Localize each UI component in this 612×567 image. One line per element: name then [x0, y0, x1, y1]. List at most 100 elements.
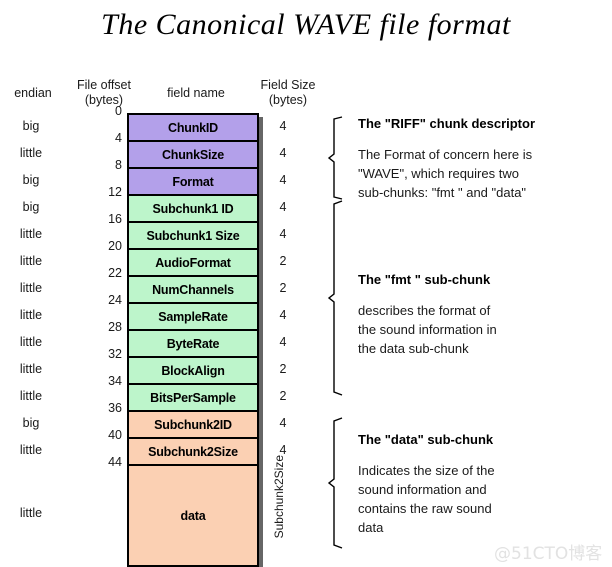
field-size-label-subchunk2id: 4 — [279, 415, 287, 430]
endian-label-chunkid: big — [22, 118, 40, 133]
annotation-riff-title: The "RIFF" chunk descriptor — [358, 116, 536, 131]
field-size-label-bitspersample: 2 — [279, 388, 287, 403]
annotation-fmt-line-2: the sound information in — [358, 322, 497, 337]
field-name-label: BlockAlign — [161, 363, 225, 378]
field-name-label: BitsPerSample — [150, 390, 236, 405]
endian-label-subchunk1-size: little — [19, 226, 43, 241]
page-title: The Canonical WAVE file format — [101, 8, 511, 41]
brace-riff-icon — [327, 116, 343, 200]
file-offset-label-4: 4 — [115, 131, 122, 145]
field-size-label-numchannels: 2 — [279, 280, 287, 295]
field-row-chunksize: ChunkSize — [129, 142, 257, 169]
field-name-label: ByteRate — [166, 336, 220, 351]
file-offset-label-20: 20 — [108, 239, 122, 253]
field-row-audioformat: AudioFormat — [129, 250, 257, 277]
field-row-chunkid: ChunkID — [129, 115, 257, 142]
annotation-riff-chunk-descriptor: The "RIFF" chunk descriptor The Format o… — [358, 116, 604, 202]
field-size-label-chunkid: 4 — [279, 118, 287, 133]
column-header-endian-label: endian — [14, 86, 52, 100]
column-header-field-size-line2: (bytes) — [268, 93, 308, 107]
file-offset-label-44: 44 — [108, 455, 122, 469]
field-row-byterate: ByteRate — [129, 331, 257, 358]
annotation-fmt-line-1: describes the format of — [358, 303, 491, 318]
field-row-data: data — [129, 466, 257, 565]
annotation-data-line-4: data — [358, 520, 384, 535]
field-row-subchunk1-id: Subchunk1 ID — [129, 196, 257, 223]
file-offset-label-8: 8 — [115, 158, 122, 172]
endian-label-blockalign: little — [19, 361, 43, 376]
column-header-field-size-line1: Field Size — [260, 78, 316, 92]
endian-label-subchunk1-id: big — [22, 199, 40, 214]
field-size-label-format: 4 — [279, 172, 287, 187]
field-row-subchunk2id: Subchunk2ID — [129, 412, 257, 439]
annotation-data-title: The "data" sub-chunk — [358, 432, 494, 447]
file-offset-label-40: 40 — [108, 428, 122, 442]
annotation-data-line-1: Indicates the size of the — [358, 463, 495, 478]
field-row-numchannels: NumChannels — [129, 277, 257, 304]
field-row-subchunk2size: Subchunk2Size — [129, 439, 257, 466]
endian-label-audioformat: little — [19, 253, 43, 268]
annotation-data-line-3: contains the raw sound — [358, 501, 492, 516]
brace-fmt-icon — [327, 200, 343, 396]
field-name-label: SampleRate — [158, 309, 228, 324]
field-name-label: ChunkID — [168, 120, 218, 135]
annotation-data-sub-chunk: The "data" sub-chunk Indicates the size … — [358, 432, 604, 537]
endian-label-bitspersample: little — [19, 388, 43, 403]
field-row-format: Format — [129, 169, 257, 196]
field-name-label: data — [180, 508, 206, 523]
field-row-subchunk1-size: Subchunk1 Size — [129, 223, 257, 250]
endian-label-subchunk2id: big — [22, 415, 40, 430]
file-offset-label-0: 0 — [115, 104, 122, 118]
column-header-field-name-label: field name — [167, 86, 225, 100]
field-name-label: ChunkSize — [161, 147, 225, 162]
field-size-label-blockalign: 2 — [279, 361, 287, 376]
wave-field-layout-table: ChunkID ChunkSize Format Subchunk1 ID Subchu… — [127, 113, 259, 567]
field-row-blockalign: BlockAlign — [129, 358, 257, 385]
annotation-data-line-2: sound information and — [358, 482, 487, 497]
field-name-label: NumChannels — [152, 282, 234, 297]
column-header-file-offset-line1: File offset — [77, 78, 131, 92]
field-size-label-subchunk1-id: 4 — [279, 199, 287, 214]
endian-label-byterate: little — [19, 334, 43, 349]
endian-label-samplerate: little — [19, 307, 43, 322]
file-offset-label-36: 36 — [108, 401, 122, 415]
endian-label-format: big — [22, 172, 40, 187]
annotation-riff-line-3: sub-chunks: "fmt " and "data" — [358, 185, 527, 200]
file-offset-label-28: 28 — [108, 320, 122, 334]
annotation-fmt-line-3: the data sub-chunk — [358, 341, 469, 356]
annotation-riff-line-2: "WAVE", which requires two — [358, 166, 519, 181]
subchunk2size-span-label: Subchunk2Size — [272, 455, 286, 539]
endian-label-numchannels: little — [19, 280, 43, 295]
endian-label-data: little — [19, 505, 43, 520]
file-offset-label-32: 32 — [108, 347, 122, 361]
field-size-label-subchunk1-size: 4 — [279, 226, 287, 241]
file-offset-label-34: 34 — [108, 374, 122, 388]
annotation-fmt-title: The "fmt " sub-chunk — [358, 272, 491, 287]
endian-label-chunksize: little — [19, 145, 43, 160]
field-size-label-byterate: 4 — [279, 334, 287, 349]
brace-data-icon — [327, 417, 343, 549]
file-offset-label-24: 24 — [108, 293, 122, 307]
column-header-field-name: field name — [148, 86, 244, 101]
field-name-label: Subchunk2Size — [148, 444, 238, 459]
field-size-label-chunksize: 4 — [279, 145, 287, 160]
file-offset-label-12: 12 — [108, 185, 122, 199]
annotation-fmt-sub-chunk: The "fmt " sub-chunk describes the forma… — [358, 272, 604, 358]
field-name-label: Format — [172, 174, 214, 189]
column-header-field-size: Field Size (bytes) — [246, 78, 330, 108]
field-size-label-audioformat: 2 — [279, 253, 287, 268]
annotation-riff-body: The Format of concern here is "WAVE", wh… — [358, 145, 604, 202]
field-row-samplerate: SampleRate — [129, 304, 257, 331]
field-name-label: Subchunk1 Size — [146, 228, 240, 243]
field-name-label: Subchunk1 ID — [152, 201, 234, 216]
field-row-bitspersample: BitsPerSample — [129, 385, 257, 412]
endian-label-subchunk2size: little — [19, 442, 43, 457]
column-header-endian: endian — [2, 86, 64, 101]
field-size-label-samplerate: 4 — [279, 307, 287, 322]
field-name-label: AudioFormat — [155, 255, 231, 270]
annotation-data-body: Indicates the size of the sound informat… — [358, 461, 604, 537]
file-offset-label-22: 22 — [108, 266, 122, 280]
watermark: @51CTO博客 — [494, 544, 603, 564]
file-offset-label-16: 16 — [108, 212, 122, 226]
field-name-label: Subchunk2ID — [154, 417, 232, 432]
